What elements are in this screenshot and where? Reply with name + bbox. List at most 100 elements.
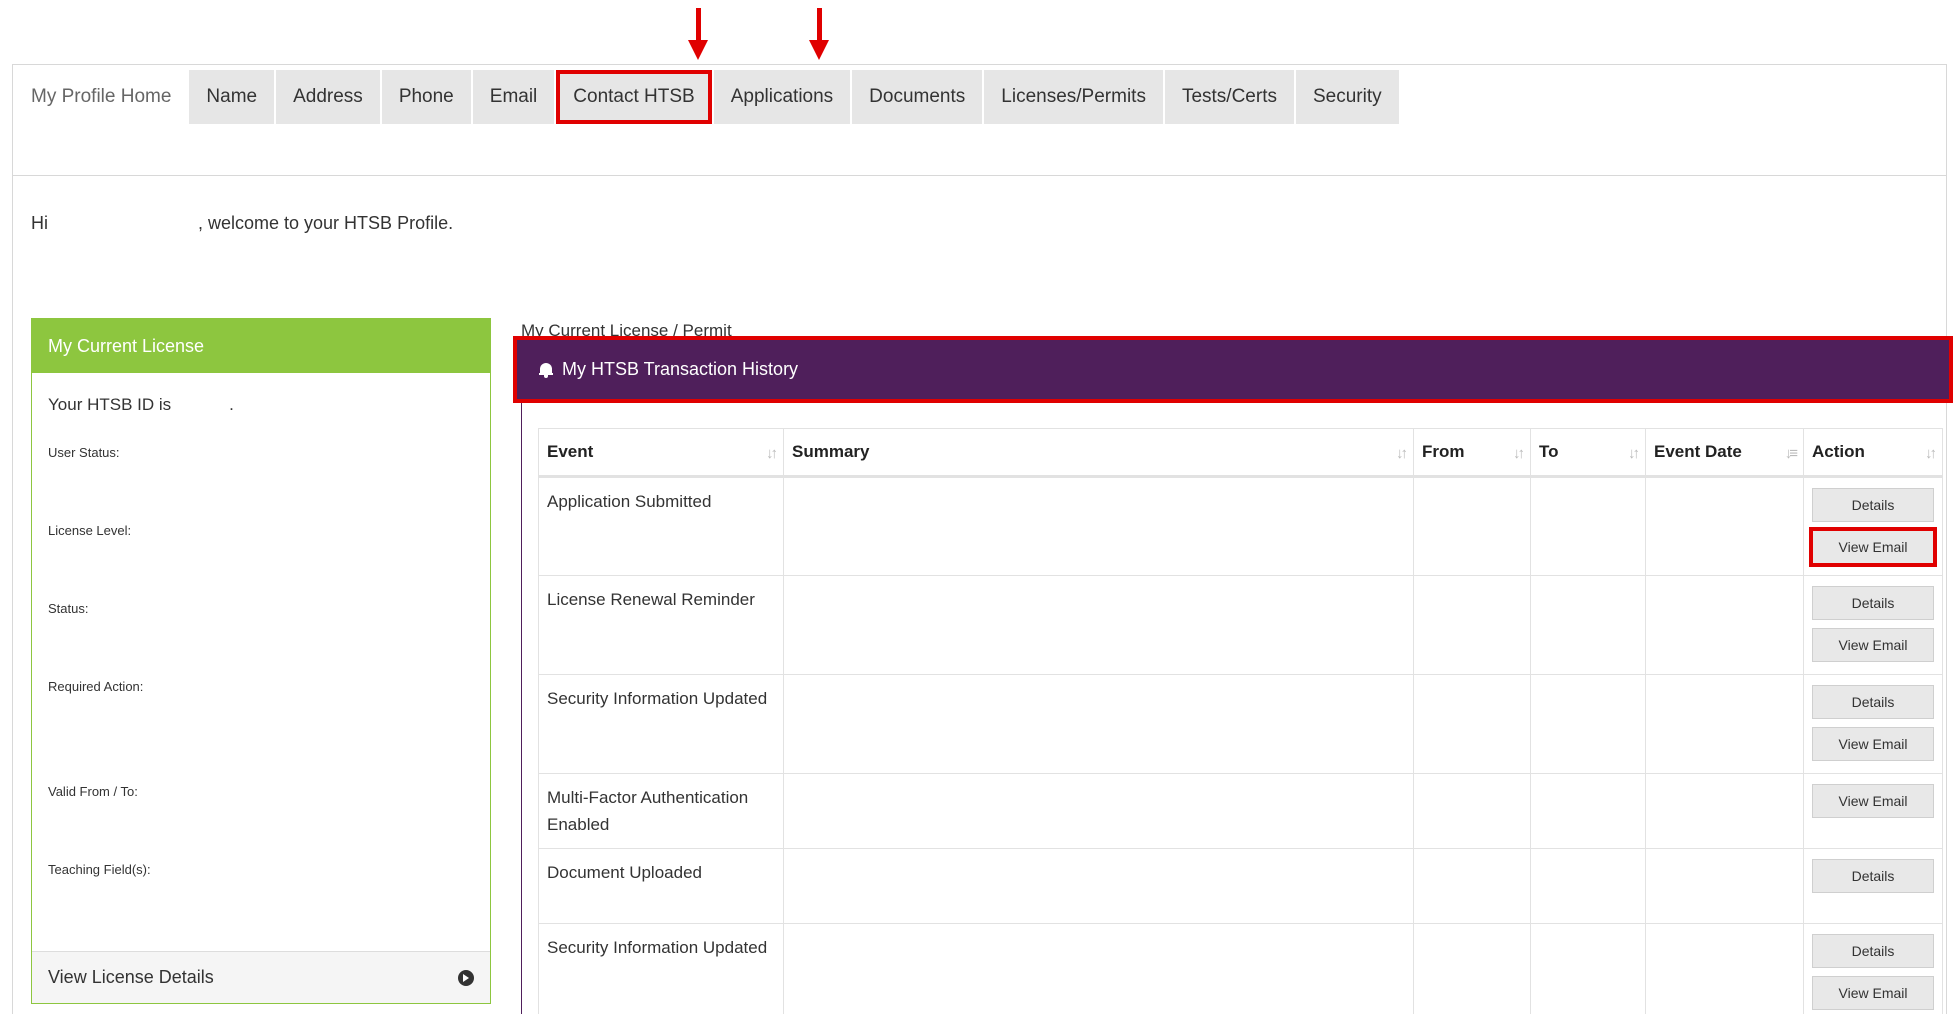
- table-row: Security Information Updated Details Vie…: [538, 923, 1943, 1014]
- column-header-summary[interactable]: Summary ↓↑: [783, 428, 1414, 478]
- details-button[interactable]: Details: [1812, 488, 1934, 522]
- column-event-label: Event: [547, 442, 594, 461]
- summary-cell: [783, 575, 1414, 675]
- event-date-cell: [1645, 575, 1804, 675]
- details-button[interactable]: Details: [1812, 685, 1934, 719]
- from-cell: [1413, 575, 1531, 675]
- current-license-panel: My Current License Your HTSB ID is. User…: [31, 318, 491, 1004]
- sort-icon: ↓↑: [1925, 445, 1937, 462]
- tab-name[interactable]: Name: [189, 70, 275, 124]
- valid-from-to-label: Valid From / To:: [48, 784, 138, 799]
- to-cell: [1530, 848, 1646, 924]
- view-email-button[interactable]: View Email: [1812, 784, 1934, 818]
- details-button[interactable]: Details: [1812, 586, 1934, 620]
- tab-contact-htsb[interactable]: Contact HTSB: [556, 70, 712, 124]
- tab-security[interactable]: Security: [1295, 70, 1399, 124]
- column-header-to[interactable]: To ↓↑: [1530, 428, 1646, 478]
- view-license-details-label: View License Details: [48, 967, 214, 987]
- event-cell: License Renewal Reminder: [538, 575, 784, 675]
- table-header-row: Event ↓↑ Summary ↓↑ From ↓↑ To ↓↑ Event Date…: [538, 428, 1943, 478]
- sort-icon: ↓↑: [1513, 445, 1525, 462]
- column-header-event[interactable]: Event ↓↑: [538, 428, 784, 478]
- view-email-button[interactable]: View Email: [1812, 628, 1934, 662]
- details-button[interactable]: Details: [1812, 859, 1934, 893]
- welcome-message: Hi , welcome to your HTSB Profile.: [31, 213, 453, 234]
- column-to-label: To: [1539, 442, 1559, 461]
- event-cell: Multi-Factor Authentication Enabled: [538, 773, 784, 849]
- welcome-prefix: Hi: [31, 213, 48, 233]
- sort-desc-icon: ↓≡: [1784, 445, 1798, 462]
- action-cell: Details View Email: [1803, 923, 1943, 1014]
- column-event-date-label: Event Date: [1654, 442, 1742, 461]
- tab-email[interactable]: Email: [472, 70, 555, 124]
- current-license-header: My Current License: [32, 319, 490, 373]
- tab-address[interactable]: Address: [276, 70, 380, 124]
- action-cell: Details View Email: [1803, 674, 1943, 774]
- bell-icon: [539, 362, 553, 378]
- from-cell: [1413, 773, 1531, 849]
- event-cell: Application Submitted: [538, 476, 784, 576]
- htsb-id-label: Your HTSB ID is: [48, 395, 172, 414]
- table-row: Application Submitted Details View Email: [538, 476, 1943, 576]
- action-cell: View Email: [1803, 773, 1943, 849]
- tab-applications[interactable]: Applications: [713, 70, 851, 124]
- view-email-button[interactable]: View Email: [1809, 527, 1937, 567]
- to-cell: [1530, 773, 1646, 849]
- to-cell: [1530, 476, 1646, 576]
- event-cell: Security Information Updated: [538, 923, 784, 1014]
- action-cell: Details View Email: [1803, 476, 1943, 576]
- tab-licenses-permits[interactable]: Licenses/Permits: [984, 70, 1163, 124]
- table-row: Security Information Updated Details Vie…: [538, 674, 1943, 774]
- column-header-event-date[interactable]: Event Date ↓≡: [1645, 428, 1804, 478]
- teaching-fields-label: Teaching Field(s):: [48, 862, 151, 877]
- summary-cell: [783, 848, 1414, 924]
- column-action-label: Action: [1812, 442, 1865, 461]
- view-email-button[interactable]: View Email: [1812, 976, 1934, 1010]
- event-date-cell: [1645, 923, 1804, 1014]
- summary-cell: [783, 674, 1414, 774]
- details-button[interactable]: Details: [1812, 934, 1934, 968]
- event-date-cell: [1645, 848, 1804, 924]
- sort-icon: ↓↑: [1396, 445, 1408, 462]
- event-date-cell: [1645, 773, 1804, 849]
- welcome-suffix: , welcome to your HTSB Profile.: [198, 213, 454, 233]
- circle-arrow-right-icon: [458, 969, 474, 986]
- column-header-action[interactable]: Action ↓↑: [1803, 428, 1943, 478]
- view-email-button[interactable]: View Email: [1812, 727, 1934, 761]
- view-license-details-link[interactable]: View License Details: [32, 951, 490, 1003]
- profile-tab-bar: My Profile Home Name Address Phone Email…: [16, 70, 1399, 124]
- current-license-permit-label: My Current License / Permit: [521, 321, 732, 340]
- from-cell: [1413, 848, 1531, 924]
- table-row: License Renewal Reminder Details View Em…: [538, 575, 1943, 675]
- tab-phone[interactable]: Phone: [381, 70, 471, 124]
- annotation-arrow-documents: [809, 8, 829, 60]
- status-label: Status:: [48, 601, 89, 616]
- from-cell: [1413, 923, 1531, 1014]
- transaction-history-table: Event ↓↑ Summary ↓↑ From ↓↑ To ↓↑ Event Date…: [538, 428, 1943, 1014]
- event-date-cell: [1645, 674, 1804, 774]
- tab-my-profile-home[interactable]: My Profile Home: [16, 70, 188, 124]
- from-cell: [1413, 674, 1531, 774]
- tab-divider: [12, 175, 1947, 176]
- tab-documents[interactable]: Documents: [852, 70, 983, 124]
- table-row: Document Uploaded Details: [538, 848, 1943, 924]
- user-status-label: User Status:: [48, 445, 120, 460]
- htsb-id-period: .: [229, 395, 234, 414]
- summary-cell: [783, 476, 1414, 576]
- license-level-label: License Level:: [48, 523, 132, 538]
- event-cell: Document Uploaded: [538, 848, 784, 924]
- sort-icon: ↓↑: [766, 445, 778, 462]
- from-cell: [1413, 476, 1531, 576]
- to-cell: [1530, 674, 1646, 774]
- sort-icon: ↓↑: [1628, 445, 1640, 462]
- action-cell: Details: [1803, 848, 1943, 924]
- column-from-label: From: [1422, 442, 1465, 461]
- to-cell: [1530, 575, 1646, 675]
- action-cell: Details View Email: [1803, 575, 1943, 675]
- summary-cell: [783, 923, 1414, 1014]
- event-date-cell: [1645, 476, 1804, 576]
- transaction-history-title: My HTSB Transaction History: [562, 359, 799, 379]
- column-header-from[interactable]: From ↓↑: [1413, 428, 1531, 478]
- tab-tests-certs[interactable]: Tests/Certs: [1164, 70, 1294, 124]
- column-summary-label: Summary: [792, 442, 870, 461]
